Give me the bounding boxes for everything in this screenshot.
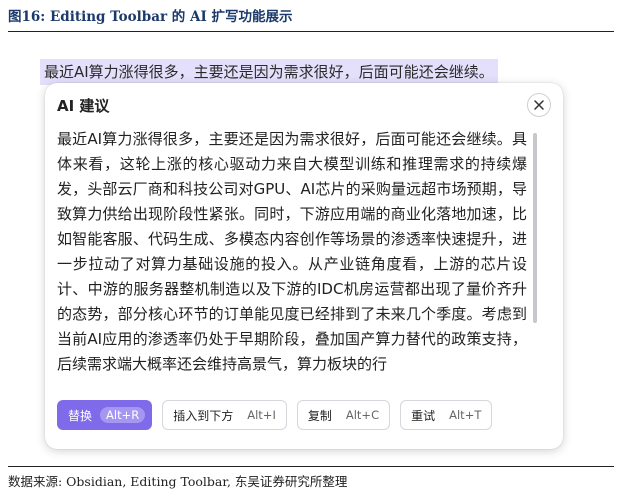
retry-button[interactable]: 重试 Alt+T — [400, 400, 493, 430]
replace-shortcut: Alt+R — [100, 407, 146, 423]
insert-below-button[interactable]: 插入到下方 Alt+I — [162, 400, 287, 430]
close-icon — [534, 100, 544, 110]
suggestion-text: 最近AI算力涨得很多，主要还是因为需求很好，后面可能还会继续。具体来看，这轮上涨… — [57, 130, 527, 373]
replace-label: 替换 — [68, 408, 93, 423]
insert-below-label: 插入到下方 — [173, 408, 234, 423]
bottom-divider — [8, 466, 614, 467]
action-bar: 替换 Alt+R 插入到下方 Alt+I 复制 Alt+C 重试 Alt+T — [57, 400, 493, 430]
copy-label: 复制 — [307, 408, 332, 423]
copy-button[interactable]: 复制 Alt+C — [296, 400, 391, 430]
retry-label: 重试 — [411, 408, 436, 423]
selected-text[interactable]: 最近AI算力涨得很多，主要还是因为需求很好，后面可能还会继续。 — [40, 59, 498, 85]
screenshot-area: 最近AI算力涨得很多，主要还是因为需求很好，后面可能还会继续。 AI 建议 最近… — [33, 45, 581, 458]
panel-title: AI 建议 — [57, 97, 110, 115]
figure-source: 数据来源: Obsidian, Editing Toolbar, 东吴证券研究所… — [8, 474, 348, 489]
scrollbar[interactable] — [533, 133, 537, 323]
ai-suggestion-panel: AI 建议 最近AI算力涨得很多，主要还是因为需求很好，后面可能还会继续。具体来… — [45, 83, 563, 449]
close-button[interactable] — [527, 93, 551, 117]
insert-below-shortcut: Alt+I — [247, 408, 276, 422]
copy-shortcut: Alt+C — [345, 408, 380, 422]
figure-title: 图16: Editing Toolbar 的 AI 扩写功能展示 — [8, 9, 293, 25]
retry-shortcut: Alt+T — [449, 408, 482, 422]
top-divider — [8, 31, 614, 32]
replace-button[interactable]: 替换 Alt+R — [57, 400, 153, 430]
